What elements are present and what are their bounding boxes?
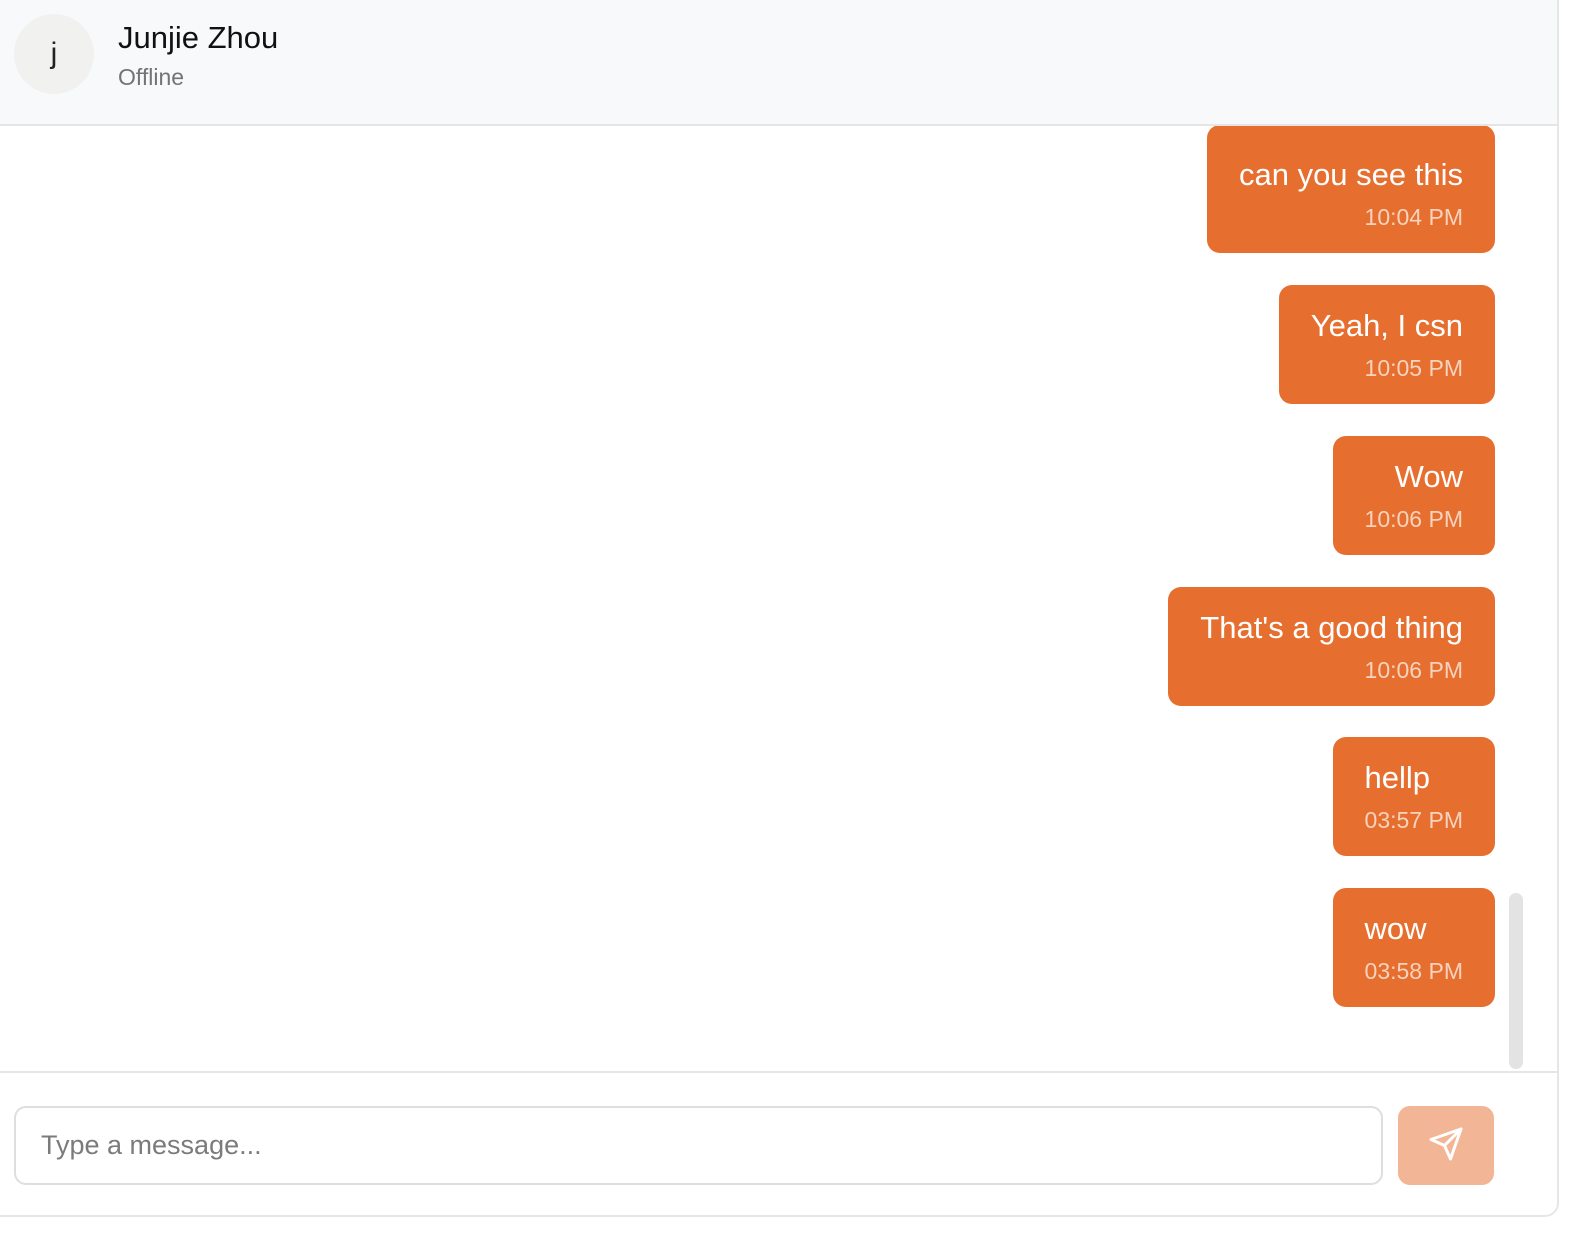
send-icon xyxy=(1428,1126,1464,1165)
message-bubble: Wow 10:06 PM xyxy=(1332,436,1495,555)
message-text: wow xyxy=(1364,911,1427,946)
message-text: Yeah, I csn xyxy=(1310,308,1463,343)
message-text: Wow xyxy=(1394,459,1463,494)
message-input[interactable] xyxy=(14,1106,1383,1185)
send-button[interactable] xyxy=(1398,1106,1494,1185)
message-bubble: Yeah, I csn 10:05 PM xyxy=(1278,285,1495,404)
composer xyxy=(0,1071,1557,1215)
message-bubble: hellp 03:57 PM xyxy=(1332,737,1495,856)
message-text: can you see this xyxy=(1238,157,1463,192)
chat-header: j Junjie Zhou Offline xyxy=(0,0,1557,126)
message-time: 03:58 PM xyxy=(1364,958,1463,984)
message-time: 03:57 PM xyxy=(1364,807,1463,833)
message-bubble: wow 03:58 PM xyxy=(1332,888,1495,1007)
scrollbar-thumb[interactable] xyxy=(1509,893,1523,1069)
contact-name: Junjie Zhou xyxy=(118,20,279,55)
avatar: j xyxy=(14,14,94,94)
message-time: 10:05 PM xyxy=(1364,355,1463,381)
message-text: hellp xyxy=(1364,760,1431,795)
message-list[interactable]: can you see this 10:04 PM Yeah, I csn 10… xyxy=(0,126,1557,1071)
message-time: 10:06 PM xyxy=(1364,657,1463,683)
message-bubble: can you see this 10:04 PM xyxy=(1206,126,1495,253)
chat-panel: j Junjie Zhou Offline can you see this 1… xyxy=(0,0,1559,1217)
message-time: 10:06 PM xyxy=(1364,506,1463,532)
message-bubble: That's a good thing 10:06 PM xyxy=(1168,587,1495,706)
message-text: That's a good thing xyxy=(1200,610,1463,645)
message-time: 10:04 PM xyxy=(1364,204,1463,230)
contact-status: Offline xyxy=(118,64,185,90)
avatar-initial: j xyxy=(50,37,58,70)
